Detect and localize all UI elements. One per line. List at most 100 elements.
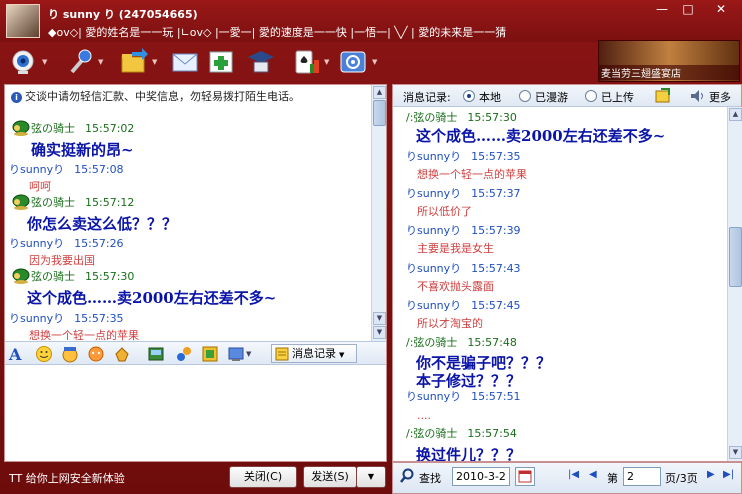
date-field[interactable] bbox=[452, 467, 510, 486]
games-icon[interactable] bbox=[290, 48, 320, 76]
dropdown-arrow-icon[interactable]: ▼ bbox=[324, 58, 329, 66]
message-record-button[interactable]: 消息记录 ▼ bbox=[271, 344, 357, 363]
radio-local-label[interactable]: 本地 bbox=[479, 89, 501, 105]
sender-name: /:弦の骑士 bbox=[406, 427, 458, 440]
close-button[interactable]: 关闭(C) bbox=[229, 466, 297, 488]
close-window-button[interactable]: ✕ bbox=[706, 2, 736, 18]
info-icon: i bbox=[11, 92, 22, 103]
search-label[interactable]: 查找 bbox=[419, 470, 441, 486]
page-prefix: 第 bbox=[607, 472, 618, 485]
search-icon[interactable] bbox=[400, 468, 414, 487]
message-time: 15:57:48 bbox=[467, 336, 517, 349]
message-text: 这个成色……卖2000左右还差不多~ bbox=[27, 289, 277, 307]
tt-promo-text[interactable]: TT 给你上网安全新体验 bbox=[9, 470, 125, 486]
video-call-icon[interactable] bbox=[8, 48, 38, 76]
font-icon[interactable]: A bbox=[7, 345, 25, 364]
send-picture-icon[interactable] bbox=[227, 345, 245, 363]
dropdown-arrow-icon[interactable]: ▼ bbox=[372, 58, 377, 66]
history-message-text: 这个成色……卖2000左右还差不多~ bbox=[416, 127, 666, 145]
shake-icon[interactable] bbox=[87, 345, 105, 363]
next-page-icon[interactable]: ▶ bbox=[707, 469, 715, 480]
history-scrollbar[interactable]: ▲ ▼ bbox=[727, 107, 742, 461]
dropdown-arrow-icon[interactable]: ▼ bbox=[42, 58, 47, 66]
dropdown-arrow-icon[interactable]: ▼ bbox=[98, 58, 103, 66]
history-message-text: 主要是我是女生 bbox=[417, 242, 494, 255]
radio-uploaded-label[interactable]: 已上传 bbox=[601, 89, 634, 105]
last-page-icon[interactable]: ▶| bbox=[723, 469, 734, 480]
message-header: 弦の骑士 15:57:30 bbox=[11, 267, 134, 284]
scroll-down-arrow-icon[interactable]: ▼ bbox=[729, 446, 742, 459]
send-options-dropdown-icon[interactable]: ▼ bbox=[356, 466, 386, 488]
radio-roamed[interactable] bbox=[519, 90, 531, 102]
minimize-button[interactable]: — bbox=[652, 2, 672, 18]
sender-name: りsunnyり bbox=[406, 262, 462, 275]
profile-icon[interactable] bbox=[246, 48, 276, 76]
message-header: りsunnyり 15:57:26 bbox=[9, 235, 124, 251]
ad-banner[interactable]: 麦当劳三翅盛宴店 bbox=[598, 40, 740, 82]
scroll-down-arrow-icon[interactable]: ▼ bbox=[373, 312, 386, 325]
message-time: 15:57:37 bbox=[471, 187, 521, 200]
more-link[interactable]: 更多 bbox=[709, 89, 731, 105]
message-header: りsunnyり 15:57:08 bbox=[9, 161, 124, 177]
contact-signature: ◆ov◇| 愛的姓名是一一玩 |∟ov◇ |一愛一| 愛的速度是一一快 |一悟一… bbox=[48, 26, 507, 39]
message-text: 呵呵 bbox=[29, 180, 51, 193]
gift-icon[interactable] bbox=[113, 345, 131, 363]
send-email-icon[interactable] bbox=[170, 48, 200, 76]
message-scrollbar[interactable]: ▲ ▼ ▼ bbox=[371, 85, 386, 341]
history-pane: 消息记录: 本地 已漫游 已上传 更多 /:弦の骑士 15:57:30 这个成色……… bbox=[392, 84, 742, 462]
page-field[interactable] bbox=[623, 467, 661, 486]
screenshot-icon[interactable] bbox=[147, 345, 165, 363]
first-page-icon[interactable]: |◀ bbox=[568, 469, 579, 480]
history-message-header: りsunnyり 15:57:37 bbox=[406, 185, 521, 201]
scroll-down-arrow-icon[interactable]: ▼ bbox=[373, 326, 386, 339]
history-message-header: /:弦の骑士 15:57:48 bbox=[406, 334, 517, 350]
radio-roamed-label[interactable]: 已漫游 bbox=[535, 89, 568, 105]
calendar-icon[interactable] bbox=[515, 467, 535, 486]
radio-uploaded[interactable] bbox=[585, 90, 597, 102]
title-bar[interactable]: り sunny り (247054665) ◆ov◇| 愛的姓名是一一玩 |∟o… bbox=[0, 0, 742, 42]
history-header: 消息记录: 本地 已漫游 已上传 更多 bbox=[393, 85, 741, 107]
message-header: りsunnyり 15:57:35 bbox=[9, 310, 124, 326]
add-contact-icon[interactable] bbox=[206, 48, 236, 76]
message-input[interactable] bbox=[5, 365, 386, 461]
message-time: 15:57:30 bbox=[85, 270, 135, 283]
maximize-button[interactable]: □ bbox=[678, 2, 698, 18]
sender-name: りsunnyり bbox=[406, 150, 462, 163]
turtle-avatar-icon bbox=[11, 267, 30, 284]
scroll-up-arrow-icon[interactable]: ▲ bbox=[373, 86, 386, 99]
send-file-icon[interactable] bbox=[118, 48, 148, 76]
image-icon[interactable] bbox=[201, 345, 219, 363]
turtle-avatar-icon bbox=[11, 193, 30, 210]
history-message-text: .... bbox=[417, 409, 431, 422]
contact-avatar[interactable] bbox=[6, 4, 40, 38]
dropdown-arrow-icon[interactable]: ▼ bbox=[152, 58, 157, 66]
voice-call-icon[interactable] bbox=[64, 48, 94, 76]
message-record-label: 消息记录 bbox=[292, 347, 336, 360]
message-time: 15:57:26 bbox=[74, 237, 124, 250]
sender-name: りsunnyり bbox=[9, 237, 65, 250]
magic-emoticon-icon[interactable] bbox=[61, 345, 79, 363]
message-time: 15:57:02 bbox=[85, 122, 135, 135]
music-icon[interactable] bbox=[175, 345, 193, 363]
scroll-thumb[interactable] bbox=[373, 100, 386, 126]
history-message-header: /:弦の骑士 15:57:54 bbox=[406, 425, 517, 441]
message-record-icon bbox=[275, 347, 289, 366]
export-icon[interactable] bbox=[655, 88, 671, 107]
emoticon-icon[interactable] bbox=[35, 345, 53, 363]
turtle-avatar-icon bbox=[11, 119, 30, 136]
history-message-header: /:弦の骑士 15:57:30 bbox=[406, 109, 517, 125]
send-button[interactable]: 发送(S) bbox=[303, 466, 357, 488]
radio-local[interactable] bbox=[463, 90, 475, 102]
message-time: 15:57:08 bbox=[74, 163, 124, 176]
dropdown-arrow-icon[interactable]: ▼ bbox=[246, 350, 251, 358]
message-time: 15:57:35 bbox=[74, 312, 124, 325]
sender-name: 弦の骑士 bbox=[31, 270, 75, 283]
speaker-icon[interactable] bbox=[689, 88, 705, 107]
scroll-thumb[interactable] bbox=[729, 227, 742, 287]
message-list[interactable]: 弦の骑士 15:57:02 确实挺新的昂~ りsunnyり 15:57:08 呵呵 … bbox=[5, 107, 371, 341]
prev-page-icon[interactable]: ◀ bbox=[589, 469, 597, 480]
scroll-up-arrow-icon[interactable]: ▲ bbox=[729, 108, 742, 121]
svg-text:A: A bbox=[8, 345, 22, 363]
apps-icon[interactable] bbox=[338, 48, 368, 76]
history-list[interactable]: /:弦の骑士 15:57:30 这个成色……卖2000左右还差不多~ りsunnyり 1… bbox=[393, 107, 727, 461]
